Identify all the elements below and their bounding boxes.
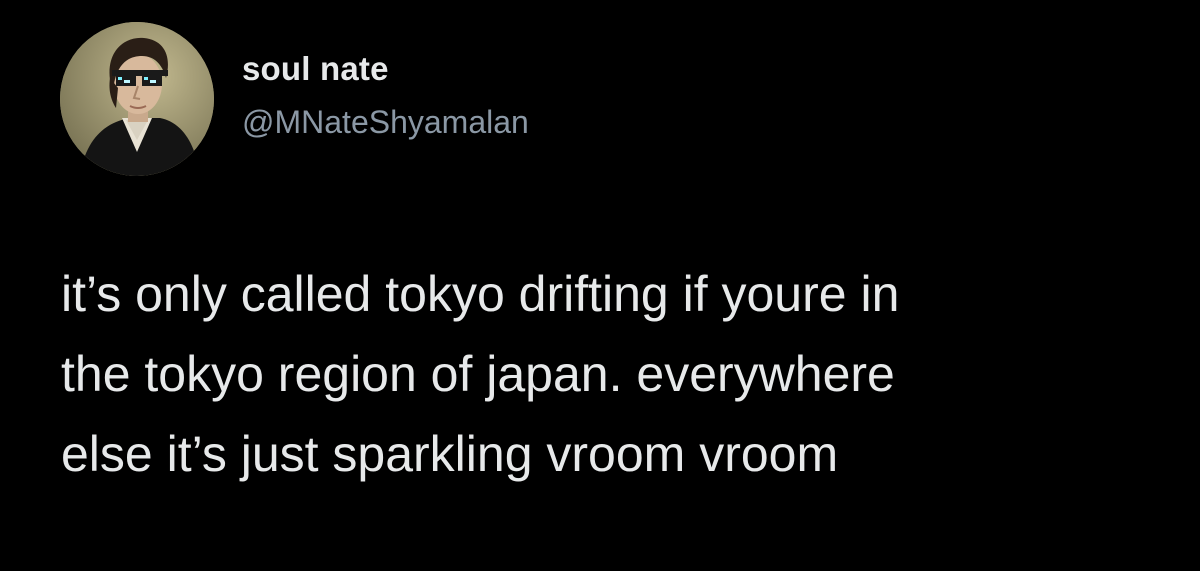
display-name[interactable]: soul nate bbox=[242, 50, 389, 88]
tweet-text-line: it’s only called tokyo drifting if youre… bbox=[61, 266, 900, 322]
tweet-text-line: the tokyo region of japan. everywhere bbox=[61, 346, 895, 402]
tweet-text: it’s only called tokyo drifting if youre… bbox=[61, 254, 1171, 494]
avatar-portrait-image bbox=[60, 22, 214, 176]
username-handle[interactable]: @MNateShyamalan bbox=[242, 104, 529, 141]
avatar[interactable] bbox=[60, 22, 214, 176]
tweet-text-line: else it’s just sparkling vroom vroom bbox=[61, 426, 839, 482]
tweet-card: soul nate @MNateShyamalan it’s only call… bbox=[0, 0, 1200, 571]
